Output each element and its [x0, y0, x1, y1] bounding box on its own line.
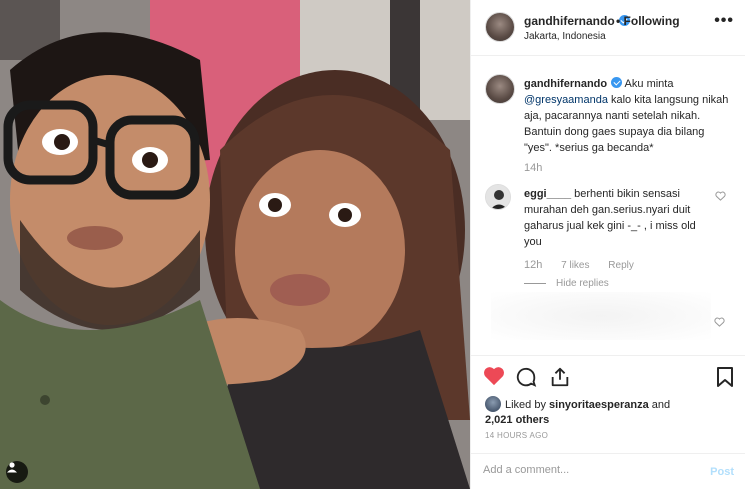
commenter-photo	[486, 185, 510, 209]
bookmark-icon[interactable]	[716, 366, 734, 388]
comment-icon[interactable]	[515, 366, 537, 388]
more-options-icon[interactable]: •••	[714, 12, 734, 30]
action-bar	[471, 355, 745, 400]
photo-illustration	[0, 0, 470, 489]
caption-username[interactable]: gandhifernando	[524, 78, 607, 90]
comment-text: eggi____ berhenti bikin sensasi murahan …	[524, 188, 696, 248]
share-icon[interactable]	[549, 366, 571, 388]
hidden-reply-placeholder	[491, 292, 711, 340]
add-comment-bar: Post	[471, 453, 745, 489]
post-location[interactable]: Jakarta, Indonesia	[524, 31, 606, 42]
caption-author-avatar[interactable]	[485, 74, 515, 104]
liker-username[interactable]: sinyoritaesperanza	[549, 399, 649, 411]
replies-divider	[524, 282, 546, 284]
hide-replies-button[interactable]: Hide replies	[524, 278, 609, 289]
author-username[interactable]: gandhifernando	[524, 14, 630, 28]
caption-mention-link[interactable]: @gresyaamanda	[524, 94, 608, 106]
user-icon	[7, 462, 17, 473]
comment-reply-button[interactable]: Reply	[608, 260, 634, 271]
comment-input[interactable]	[483, 464, 683, 476]
commenter-avatar[interactable]	[485, 184, 511, 210]
comment-username[interactable]: eggi____	[524, 188, 571, 200]
post-sidebar: gandhifernando • Following Jakarta, Indo…	[470, 0, 745, 489]
post-header: gandhifernando • Following Jakarta, Indo…	[471, 0, 745, 56]
caption-text: gandhifernando Aku minta @gresyaamanda k…	[524, 77, 729, 154]
likes-count[interactable]: 2,021 others	[485, 414, 549, 426]
caption-time[interactable]: 14h	[524, 162, 542, 174]
post-timestamp[interactable]: 14 HOURS AGO	[485, 431, 548, 440]
comment-meta: 12h 7 likes Reply	[524, 259, 650, 271]
following-button[interactable]: • Following	[616, 14, 680, 28]
comment-time[interactable]: 12h	[524, 259, 542, 271]
comment-likes[interactable]: 7 likes	[561, 260, 589, 271]
post-photo[interactable]	[0, 0, 470, 489]
comment-like-heart-icon[interactable]	[715, 191, 726, 201]
heart-icon[interactable]	[483, 366, 505, 386]
verified-badge-icon	[611, 77, 623, 88]
likes-summary: Liked by sinyoritaesperanza and 2,021 ot…	[485, 396, 735, 428]
post-comment-button[interactable]: Post	[710, 466, 734, 478]
tagged-users-button[interactable]	[6, 461, 28, 483]
reply-like-heart-icon[interactable]	[714, 317, 725, 327]
author-avatar[interactable]	[485, 12, 515, 42]
liker-avatar[interactable]	[485, 396, 501, 412]
